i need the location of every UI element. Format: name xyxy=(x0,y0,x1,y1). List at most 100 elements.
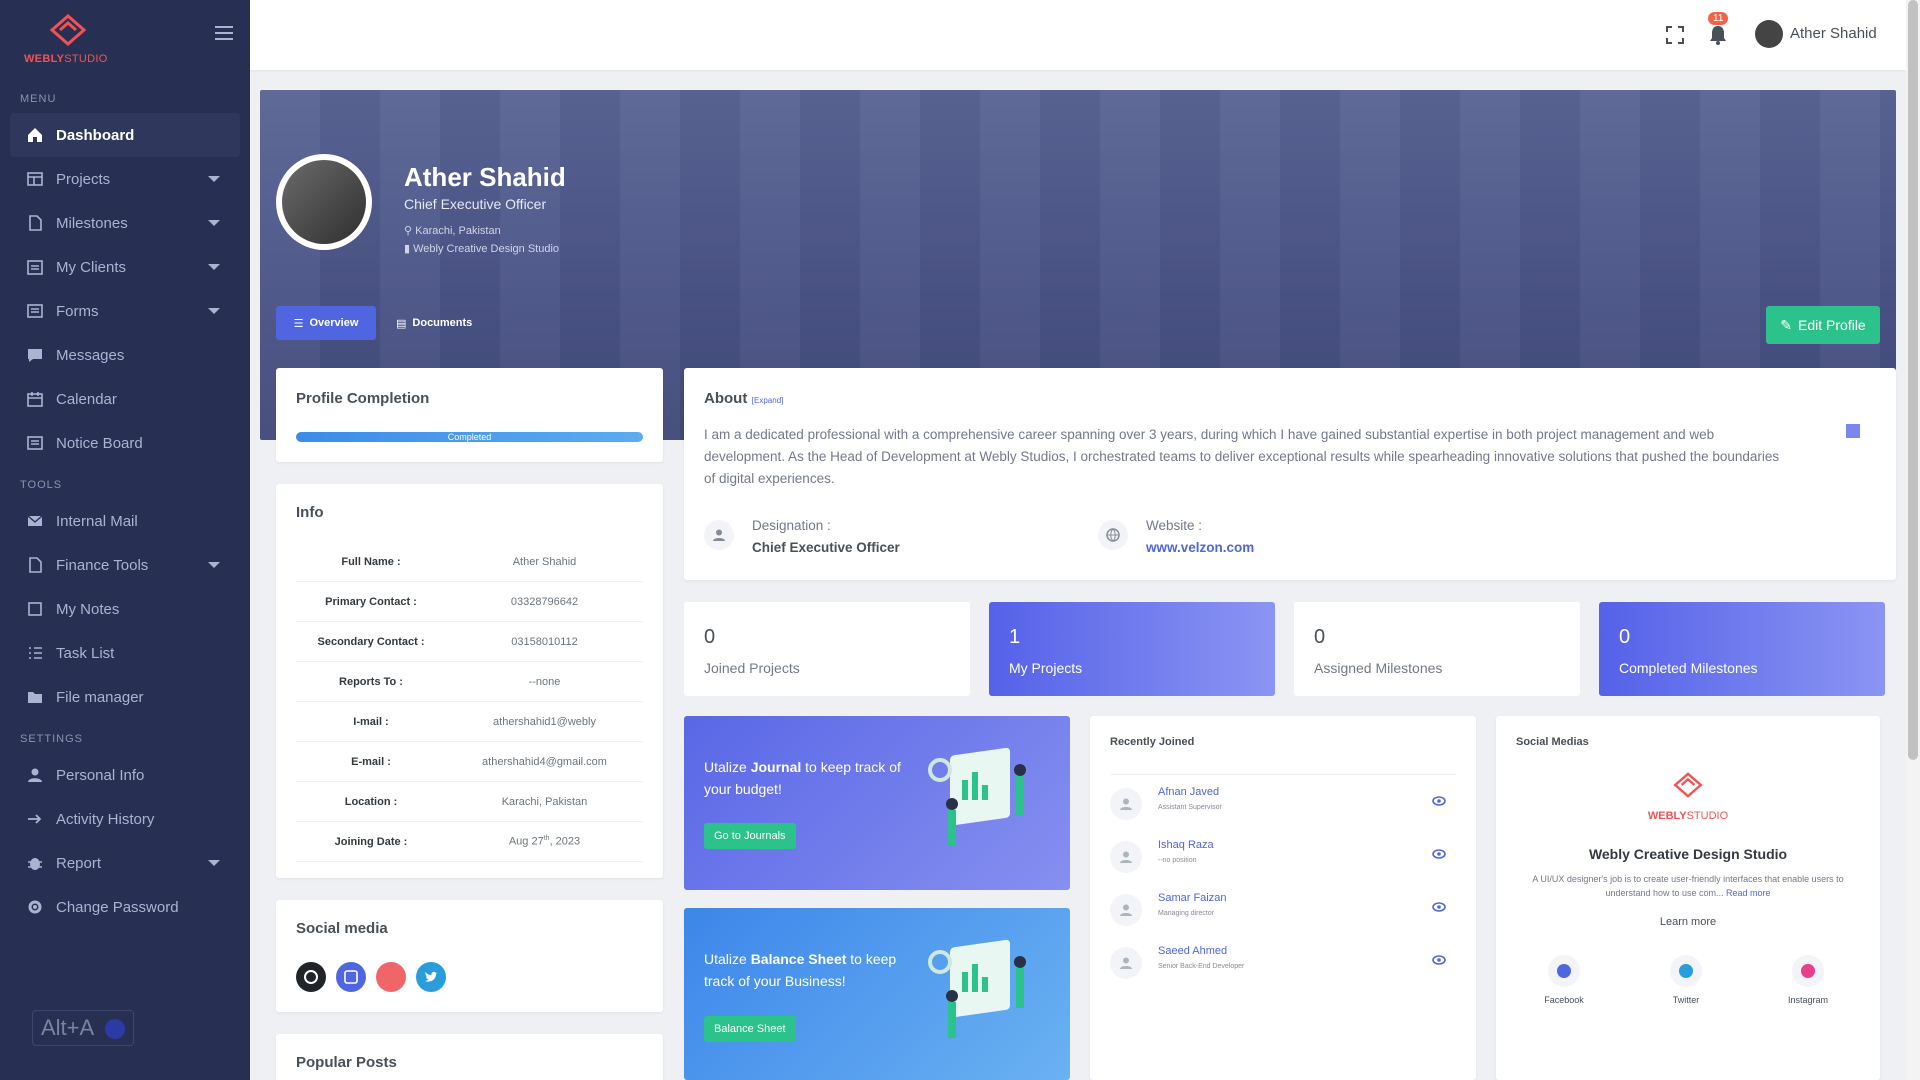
tab-overview[interactable]: ☰ Overview xyxy=(276,306,376,340)
stat-label: Assigned Milestones xyxy=(1314,660,1443,676)
sidebar-item-forms[interactable]: Forms xyxy=(10,289,240,333)
read-more-link[interactable]: Read more xyxy=(1726,888,1771,898)
info-key: Location : xyxy=(344,795,398,808)
expand-link[interactable]: [Expand] xyxy=(752,396,784,405)
stat-card-joined-projects[interactable]: 0 Joined Projects xyxy=(684,602,970,696)
bell-icon[interactable] xyxy=(1708,24,1728,46)
bug-icon xyxy=(26,854,44,872)
learn-more-link[interactable]: Learn more xyxy=(1496,916,1880,928)
promo-text: Utalize Balance Sheet to keep track of y… xyxy=(704,951,897,989)
sidebar-item-notice-board[interactable]: Notice Board xyxy=(10,421,240,465)
stat-card-my-projects[interactable]: 1 My Projects xyxy=(989,602,1275,696)
popular-posts-card: Popular Posts xyxy=(276,1034,663,1080)
sidebar-item-label: My Notes xyxy=(56,600,120,618)
hamburger-menu-icon[interactable] xyxy=(215,26,233,42)
menu-section-title: SETTINGS xyxy=(20,733,84,745)
expand-square-icon[interactable] xyxy=(1846,424,1860,438)
stat-value: 0 xyxy=(1619,626,1631,648)
member-name[interactable]: Saeed Ahmed xyxy=(1158,945,1227,957)
sidebar-item-label: Messages xyxy=(56,346,125,364)
sidebar-item-projects[interactable]: Projects xyxy=(10,157,240,201)
info-value: athershahid1@webly xyxy=(493,715,596,728)
sidebar-item-my-clients[interactable]: My Clients xyxy=(10,245,240,289)
user-avatar[interactable] xyxy=(1755,20,1783,48)
sidebar-item-label: Forms xyxy=(56,302,99,320)
fullscreen-icon[interactable] xyxy=(1665,25,1685,45)
finance-illustration-icon xyxy=(928,939,1026,1038)
sidebar-item-milestones[interactable]: Milestones xyxy=(10,201,240,245)
file-icon xyxy=(26,556,44,574)
notification-count-badge: 11 xyxy=(1708,12,1729,25)
sidebar-item-internal-mail[interactable]: Internal Mail xyxy=(10,499,240,543)
sidebar-item-task-list[interactable]: Task List xyxy=(10,631,240,675)
info-row: Location : Karachi, Pakistan xyxy=(296,782,643,822)
member-position: Managing director xyxy=(1158,910,1215,917)
member-name[interactable]: Afnan Javed xyxy=(1158,786,1219,798)
sidebar-item-messages[interactable]: Messages xyxy=(10,333,240,377)
info-value: 03158010112 xyxy=(511,635,578,648)
webly-logo-icon[interactable] xyxy=(48,14,88,46)
chat-icon xyxy=(26,346,44,364)
linkedin-icon[interactable] xyxy=(336,962,366,992)
promo-card: Utalize Journal to keep track of your bu… xyxy=(684,716,1070,890)
info-table: Full Name : Ather Shahid Primary Contact :… xyxy=(296,542,643,862)
about-card: About [Expand] I am a dedicated professi… xyxy=(684,368,1896,580)
member-name[interactable]: Ishaq Raza xyxy=(1158,839,1214,851)
stat-label: My Projects xyxy=(1009,660,1083,676)
info-key: E-mail : xyxy=(351,755,391,768)
stat-card-assigned-milestones[interactable]: 0 Assigned Milestones xyxy=(1294,602,1580,696)
promo-button[interactable]: Balance Sheet xyxy=(704,1016,796,1042)
layout-icon xyxy=(26,170,44,188)
progress-fill: Completed xyxy=(296,432,643,442)
social-link-icon[interactable] xyxy=(376,962,406,992)
social-link-instagram[interactable]: Instagram xyxy=(1768,955,1848,1005)
website-link[interactable]: www.velzon.com xyxy=(1146,540,1254,555)
user-icon xyxy=(26,766,44,784)
github-icon[interactable] xyxy=(296,962,326,992)
twitter-icon[interactable] xyxy=(416,962,446,992)
sidebar-item-change-password[interactable]: Change Password xyxy=(10,885,240,929)
sidebar-item-report[interactable]: Report xyxy=(10,841,240,885)
menu-section-title: MENU xyxy=(20,93,57,105)
card-title: Profile Completion xyxy=(296,390,430,407)
topbar-user-name[interactable]: Ather Shahid xyxy=(1790,25,1877,42)
sidebar-item-personal-info[interactable]: Personal Info xyxy=(10,753,240,797)
scrollbar-thumb[interactable] xyxy=(1908,0,1918,760)
promo-button[interactable]: Go to Journals xyxy=(704,823,796,849)
document-icon: ▤ xyxy=(396,317,407,330)
social-link-facebook[interactable]: Facebook xyxy=(1524,955,1604,1005)
globe-icon xyxy=(1098,520,1128,550)
profile-organization: ▮ Webly Creative Design Studio xyxy=(404,243,560,255)
sidebar-item-my-notes[interactable]: My Notes xyxy=(10,587,240,631)
sidebar-item-file-manager[interactable]: File manager xyxy=(10,675,240,719)
info-key: I-mail : xyxy=(353,715,389,728)
recently-joined-card: Recently Joined Afnan Javed Assistant Sup… xyxy=(1090,716,1476,1080)
card-title: Social Medias xyxy=(1516,736,1589,748)
member-position: --no position xyxy=(1158,857,1197,864)
eye-icon[interactable] xyxy=(1432,796,1446,806)
sidebar-item-label: Notice Board xyxy=(56,434,143,452)
sidebar-item-dashboard[interactable]: Dashboard xyxy=(10,113,240,157)
member-name[interactable]: Samar Faizan xyxy=(1158,892,1226,904)
menu-section-title: TOOLS xyxy=(20,479,63,491)
shortcut-icon xyxy=(105,1019,125,1039)
chevron-down-icon xyxy=(208,308,220,314)
task-list-icon xyxy=(26,644,44,662)
sidebar-item-label: Calendar xyxy=(56,390,117,408)
eye-icon[interactable] xyxy=(1432,955,1446,965)
info-value: athershahid4@gmail.com xyxy=(482,755,607,768)
shortcut-badge[interactable]: Alt+A xyxy=(32,1010,134,1046)
sidebar-item-finance-tools[interactable]: Finance Tools xyxy=(10,543,240,587)
sidebar-item-calendar[interactable]: Calendar xyxy=(10,377,240,421)
eye-icon[interactable] xyxy=(1432,849,1446,859)
edit-profile-button[interactable]: ✎ Edit Profile xyxy=(1766,306,1880,344)
social-link-twitter[interactable]: Twitter xyxy=(1646,955,1726,1005)
tab-documents[interactable]: ▤ Documents xyxy=(396,306,472,340)
profile-role: Chief Executive Officer xyxy=(404,196,547,212)
promo-card: Utalize Balance Sheet to keep track of y… xyxy=(684,908,1070,1080)
chevron-down-icon xyxy=(208,264,220,270)
eye-icon[interactable] xyxy=(1432,902,1446,912)
form-icon xyxy=(26,302,44,320)
stat-card-completed-milestones[interactable]: 0 Completed Milestones xyxy=(1599,602,1885,696)
sidebar-item-activity-history[interactable]: Activity History xyxy=(10,797,240,841)
